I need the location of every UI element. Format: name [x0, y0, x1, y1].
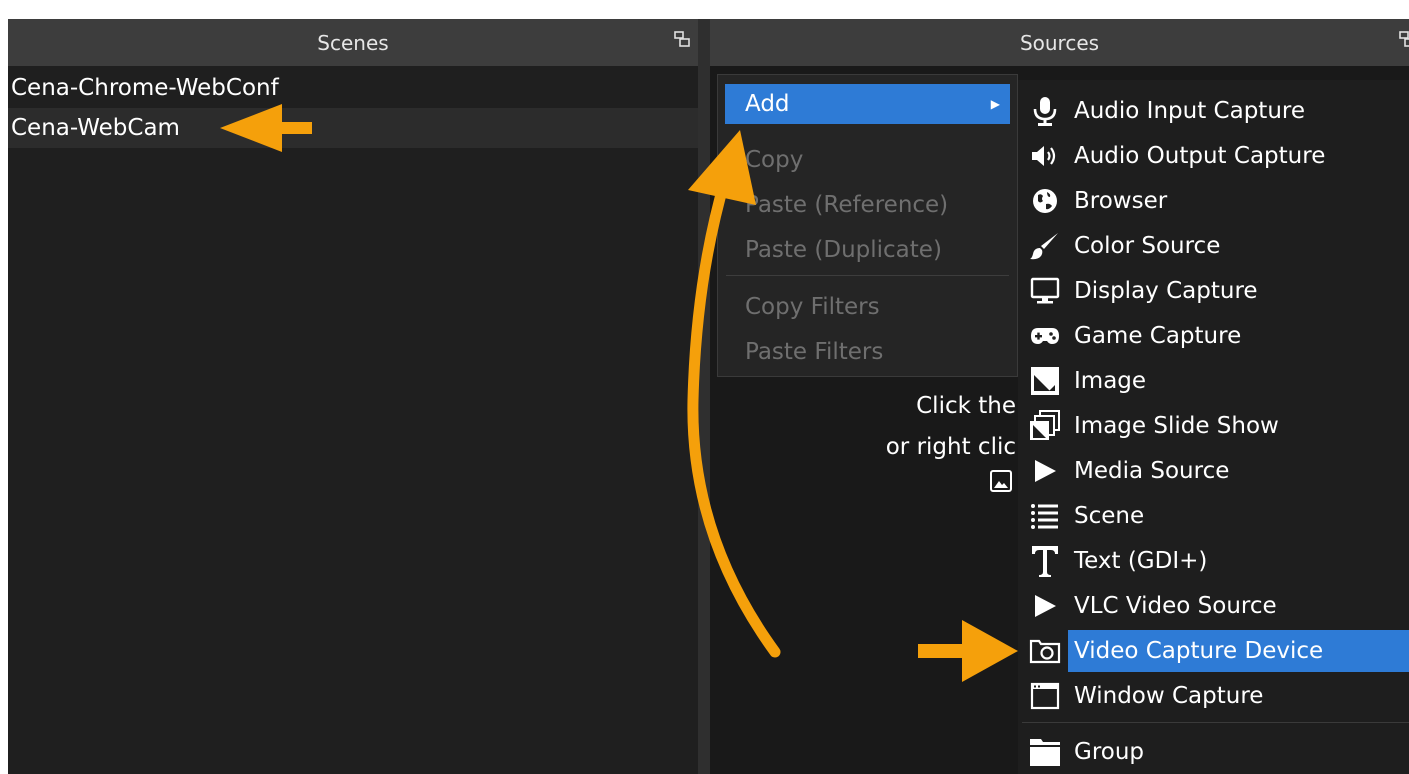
submenu-item-text-gdi[interactable]: Text (GDI+): [1022, 539, 1409, 583]
undock-icon[interactable]: [674, 31, 690, 47]
hint-line-1: Click the: [916, 393, 1016, 419]
submenu-item-label: Audio Output Capture: [1074, 143, 1326, 169]
gamepad-icon: [1031, 328, 1059, 344]
context-menu: Add ▶ Copy Paste (Reference) Paste (Dupl…: [717, 74, 1018, 377]
submenu-item-label: Group: [1074, 739, 1145, 765]
camera-icon: [1029, 639, 1061, 664]
menu-item-add-label: Add: [745, 91, 790, 117]
submenu-item-group[interactable]: Group: [1022, 730, 1409, 774]
submenu-item-label: Window Capture: [1074, 683, 1264, 709]
submenu-item-audio-input-capture[interactable]: Audio Input Capture: [1022, 89, 1409, 133]
globe-icon: [1033, 189, 1057, 213]
menu-item-paste-reference[interactable]: Paste (Reference): [725, 185, 1010, 225]
microphone-icon: [1033, 97, 1057, 126]
scene-list: Cena-Chrome-WebConf Cena-WebCam: [8, 66, 698, 148]
scenes-title: Scenes: [317, 30, 389, 55]
add-submenu: Audio Input Capture Audio Output Capture…: [1018, 80, 1409, 774]
image-icon: [1031, 367, 1059, 395]
submenu-item-label: Browser: [1074, 188, 1168, 214]
submenu-item-audio-output-capture[interactable]: Audio Output Capture: [1022, 134, 1409, 178]
speaker-icon: [1032, 146, 1056, 166]
submenu-item-label: Image: [1074, 368, 1147, 394]
submenu-item-media-source[interactable]: Media Source: [1022, 449, 1409, 493]
undock-icon[interactable]: [1399, 31, 1409, 47]
play-icon: [1035, 595, 1056, 617]
submenu-item-color-source[interactable]: Color Source: [1022, 224, 1409, 268]
monitor-icon: [1030, 277, 1060, 304]
submenu-item-video-capture-device[interactable]: Video Capture Device: [1022, 629, 1409, 673]
scene-item[interactable]: Cena-Chrome-WebConf: [8, 68, 698, 108]
menu-item-add[interactable]: Add ▶: [725, 84, 1010, 124]
submenu-item-image-slide-show[interactable]: Image Slide Show: [1022, 404, 1409, 448]
submenu-separator: [1022, 722, 1409, 723]
list-icon: [1031, 504, 1058, 529]
submenu-item-label: Text (GDI+): [1074, 548, 1208, 574]
slideshow-icon: [1030, 410, 1060, 440]
menu-separator: [726, 275, 1009, 276]
image-icon: [990, 470, 1012, 492]
sources-header: Sources: [710, 19, 1409, 66]
submenu-item-label: Display Capture: [1074, 278, 1258, 304]
dock-divider[interactable]: [698, 19, 710, 774]
scenes-header: Scenes: [8, 19, 698, 66]
scenes-panel: Scenes Cena-Chrome-WebConf Cena-WebCam: [8, 19, 698, 774]
submenu-item-label: Media Source: [1074, 458, 1230, 484]
hint-line-2: or right clic: [885, 434, 1016, 460]
submenu-item-game-capture[interactable]: Game Capture: [1022, 314, 1409, 358]
scene-item-selected[interactable]: Cena-WebCam: [8, 108, 698, 148]
submenu-item-vlc-video-source[interactable]: VLC Video Source: [1022, 584, 1409, 628]
sources-title: Sources: [1019, 30, 1100, 55]
submenu-item-image[interactable]: Image: [1022, 359, 1409, 403]
submenu-item-label: Game Capture: [1074, 323, 1242, 349]
menu-item-copy[interactable]: Copy: [725, 140, 1010, 180]
submenu-item-display-capture[interactable]: Display Capture: [1022, 269, 1409, 313]
paintbrush-icon: [1030, 233, 1058, 260]
submenu-item-browser[interactable]: Browser: [1022, 179, 1409, 223]
submenu-item-window-capture[interactable]: Window Capture: [1022, 674, 1409, 718]
submenu-item-label: Scene: [1074, 503, 1145, 529]
submenu-item-label: Video Capture Device: [1068, 630, 1409, 672]
text-icon: [1032, 546, 1058, 577]
submenu-item-scene[interactable]: Scene: [1022, 494, 1409, 538]
menu-item-paste-filters[interactable]: Paste Filters: [725, 332, 1010, 372]
window-icon: [1030, 682, 1060, 710]
submenu-arrow-icon: ▶: [990, 97, 1000, 111]
folder-icon: [1030, 739, 1060, 766]
submenu-item-label: Audio Input Capture: [1074, 98, 1305, 124]
submenu-item-label: Image Slide Show: [1074, 413, 1279, 439]
sources-empty-hint: Click the or right clic: [886, 386, 1016, 468]
submenu-item-label: Color Source: [1074, 233, 1221, 259]
play-icon: [1035, 460, 1056, 482]
submenu-item-label: VLC Video Source: [1074, 593, 1277, 619]
menu-item-copy-filters[interactable]: Copy Filters: [725, 287, 1010, 327]
menu-item-paste-duplicate[interactable]: Paste (Duplicate): [725, 230, 1010, 270]
